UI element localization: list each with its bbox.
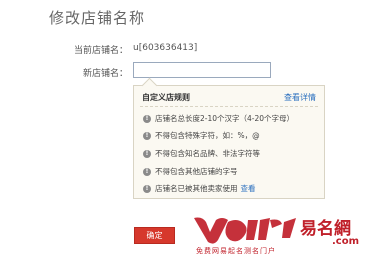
rule-text: 不得包含特殊字符，如：%，@ bbox=[155, 131, 260, 140]
rule-text: 店铺名已被其他卖家使用 bbox=[155, 184, 238, 193]
info-icon: ! bbox=[143, 184, 151, 193]
watermark-slogan: 免费网易起名测名门户 bbox=[196, 246, 276, 255]
current-name-label: 当前店铺名： bbox=[73, 46, 128, 56]
watermark-mark-5 bbox=[282, 218, 296, 238]
rules-panel-arrow bbox=[141, 77, 158, 94]
rule-text: 不得包含其他店铺的字号 bbox=[155, 167, 238, 176]
rule-item: ! 店铺名已被其他卖家使用 查看 bbox=[143, 183, 256, 194]
info-icon: ! bbox=[143, 167, 151, 176]
page: 修改店铺名称 当前店铺名： u[603636413] 新店铺名： 自定义店规则 … bbox=[0, 0, 368, 258]
new-name-label: 新店铺名： bbox=[82, 69, 128, 79]
rule-view-link[interactable]: 查看 bbox=[241, 183, 256, 194]
rule-text: 店铺名总长度2-10个汉字（4-20个字母） bbox=[155, 114, 295, 123]
info-icon: ! bbox=[143, 149, 151, 158]
rule-item: ! 店铺名总长度2-10个汉字（4-20个字母） bbox=[143, 113, 294, 124]
rules-panel: 自定义店规则 查看详情 ! 店铺名总长度2-10个汉字（4-20个字母） ! 不… bbox=[133, 77, 325, 199]
current-name-value: u[603636413] bbox=[133, 43, 198, 53]
new-name-input[interactable] bbox=[133, 62, 271, 78]
rule-item: ! 不得包含其他店铺的字号 bbox=[143, 166, 238, 177]
info-icon: ! bbox=[143, 114, 151, 123]
view-details-link[interactable]: 查看详情 bbox=[284, 92, 316, 103]
confirm-button[interactable]: 确定 bbox=[134, 227, 175, 244]
watermark-mark-1 bbox=[194, 217, 228, 244]
rule-item: ! 不得包含特殊字符，如：%，@ bbox=[143, 130, 260, 141]
rule-text: 不得包含知名品牌、非法字符等 bbox=[155, 149, 260, 158]
info-icon: ! bbox=[143, 131, 151, 140]
rules-header: 自定义店规则 bbox=[142, 93, 190, 102]
rule-item: ! 不得包含知名品牌、非法字符等 bbox=[143, 148, 260, 159]
watermark-mark-4 bbox=[258, 218, 282, 240]
watermark-domain: .com bbox=[332, 236, 359, 247]
watermark-mark-2 bbox=[225, 220, 247, 242]
rules-divider bbox=[140, 106, 318, 107]
watermark-logo: 易名網 .com 免费网易起名测名门户 bbox=[194, 217, 359, 255]
page-title: 修改店铺名称 bbox=[49, 9, 146, 27]
watermark-mark-3 bbox=[246, 220, 258, 240]
